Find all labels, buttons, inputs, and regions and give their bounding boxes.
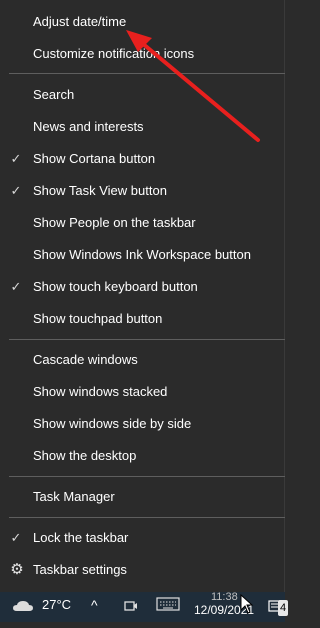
checkmark-icon: ✓ — [10, 151, 22, 166]
menu-item-label: Show touch keyboard button — [33, 279, 198, 294]
menu-item-show-task-view-button[interactable]: ✓ Show Task View button — [0, 175, 280, 207]
menu-item-label: Show touchpad button — [33, 311, 163, 326]
menu-item-label: Search — [33, 87, 75, 102]
menu-separator — [9, 476, 285, 477]
menu-item-cascade-windows[interactable]: Cascade windows — [0, 344, 280, 376]
menu-item-task-manager[interactable]: Task Manager — [0, 481, 280, 513]
menu-item-news-and-interests[interactable]: News and interests — [0, 111, 280, 143]
menu-item-label: News and interests — [33, 119, 144, 134]
menu-item-label: Show People on the taskbar — [33, 215, 196, 230]
menu-item-show-the-desktop[interactable]: Show the desktop — [0, 440, 280, 472]
menu-item-show-cortana-button[interactable]: ✓ Show Cortana button — [0, 143, 280, 175]
checkmark-icon: ✓ — [10, 279, 22, 294]
menu-item-taskbar-settings[interactable]: ⚙ Taskbar settings — [0, 554, 280, 586]
menu-item-label: Show windows stacked — [33, 384, 168, 399]
taskbar-context-menu: Adjust date/time Customize notification … — [0, 0, 285, 592]
meet-now-icon[interactable] — [124, 599, 138, 613]
menu-item-label: Show Task View button — [33, 183, 167, 198]
menu-item-adjust-date-time[interactable]: Adjust date/time — [0, 6, 280, 38]
weather-temperature[interactable]: 27°C — [42, 592, 71, 622]
notification-count-badge: 4 — [278, 600, 288, 616]
menu-separator — [9, 339, 285, 340]
menu-item-label: Cascade windows — [33, 352, 138, 367]
taskbar: 27°C ^ 11:38 12/09/2021 4 — [0, 591, 288, 622]
checkmark-icon: ✓ — [10, 530, 22, 545]
menu-item-label: Lock the taskbar — [33, 530, 129, 545]
menu-item-label: Show windows side by side — [33, 416, 192, 431]
menu-item-label: Task Manager — [33, 489, 115, 504]
menu-item-label: Show Windows Ink Workspace button — [33, 247, 251, 262]
menu-item-label: Show Cortana button — [33, 151, 156, 166]
mouse-cursor-icon — [240, 594, 254, 614]
menu-item-label: Adjust date/time — [33, 14, 127, 29]
gear-icon: ⚙ — [10, 561, 24, 578]
menu-item-show-people[interactable]: Show People on the taskbar — [0, 207, 280, 239]
menu-item-lock-the-taskbar[interactable]: ✓ Lock the taskbar — [0, 522, 280, 554]
chevron-up-icon[interactable]: ^ — [91, 592, 98, 622]
menu-item-show-windows-stacked[interactable]: Show windows stacked — [0, 376, 280, 408]
menu-item-label: Show the desktop — [33, 448, 137, 463]
menu-item-show-touch-keyboard[interactable]: ✓ Show touch keyboard button — [0, 271, 280, 303]
menu-item-search[interactable]: Search — [0, 79, 280, 111]
menu-item-label: Taskbar settings — [33, 562, 127, 577]
menu-item-show-windows-ink[interactable]: Show Windows Ink Workspace button — [0, 239, 280, 271]
menu-separator — [9, 517, 285, 518]
menu-separator — [9, 73, 285, 74]
cloud-icon[interactable] — [12, 600, 34, 612]
menu-item-label: Customize notification icons — [33, 46, 195, 61]
menu-item-show-windows-side-by-side[interactable]: Show windows side by side — [0, 408, 280, 440]
touch-keyboard-icon[interactable] — [156, 597, 180, 611]
checkmark-icon: ✓ — [10, 183, 22, 198]
menu-item-customize-notification-icons[interactable]: Customize notification icons — [0, 38, 280, 70]
menu-item-show-touchpad[interactable]: Show touchpad button — [0, 303, 280, 335]
